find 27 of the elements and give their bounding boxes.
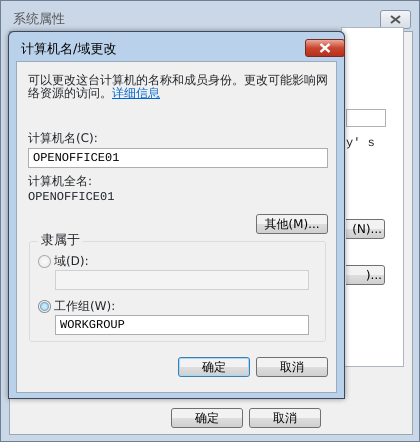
radio-label[interactable]: 工作组(W): <box>54 299 116 313</box>
group-title: 隶属于 <box>38 234 83 248</box>
input-field[interactable] <box>346 109 386 127</box>
full-name-value: OPENOFFICE01 <box>28 189 114 206</box>
side-button[interactable]: )... <box>346 265 385 285</box>
text-fragment: y' s <box>346 135 375 152</box>
radio-label[interactable]: 域(D): <box>54 254 89 268</box>
dialog-button[interactable]: 取消 <box>256 357 328 377</box>
side-button[interactable]: (N)... <box>346 219 385 239</box>
field-label: 计算机名(C): <box>28 131 99 145</box>
close-button[interactable] <box>305 39 345 57</box>
close-icon <box>319 43 331 53</box>
details-link[interactable]: 详细信息 <box>112 86 160 100</box>
window-title: 系统属性 <box>13 11 65 29</box>
radio-button[interactable] <box>38 254 51 268</box>
dialog-button[interactable]: 取消 <box>249 408 321 428</box>
computer-name-field[interactable]: OPENOFFICE01 <box>28 148 328 168</box>
more-button[interactable]: 其他(M)... <box>256 214 328 234</box>
dialog-button[interactable]: 确定 <box>178 357 250 377</box>
description-text: 可以更改这台计算机的名称和成员身份。更改可能影响网络资源的访问。详细信息 <box>28 74 328 100</box>
dialog-title: 计算机名/域更改 <box>21 41 116 59</box>
close-icon <box>390 15 401 24</box>
close-button[interactable] <box>380 10 411 29</box>
radio-button[interactable] <box>38 300 51 312</box>
input-field[interactable]: WORKGROUP <box>55 315 309 335</box>
dialog-button[interactable]: 确定 <box>171 408 243 428</box>
field-label: 计算机全名: <box>28 174 94 188</box>
